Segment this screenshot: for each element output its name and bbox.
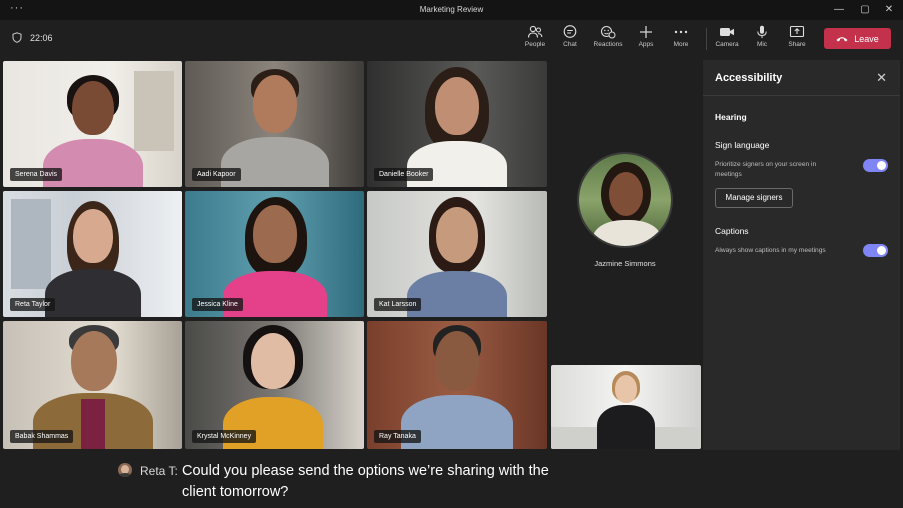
reactions-button[interactable]: Reactions bbox=[591, 25, 625, 55]
more-icon bbox=[674, 30, 688, 34]
mic-label: Mic bbox=[756, 41, 768, 48]
featured-participant-name: Jazmine Simmons bbox=[594, 259, 656, 268]
reactions-icon bbox=[600, 25, 616, 39]
participant-name: Kat Larsson bbox=[374, 298, 422, 311]
camera-button[interactable]: Camera bbox=[710, 25, 744, 55]
meeting-timer: 22:06 bbox=[12, 32, 53, 43]
captions-toggle[interactable] bbox=[863, 244, 888, 257]
manage-signers-button[interactable]: Manage signers bbox=[715, 188, 793, 208]
elapsed-time: 22:06 bbox=[30, 32, 53, 43]
sign-language-toggle[interactable] bbox=[863, 159, 888, 172]
captions-description: Always show captions in my meetings bbox=[715, 247, 826, 254]
people-label: People bbox=[524, 41, 546, 48]
chat-button[interactable]: Chat bbox=[553, 25, 587, 55]
video-tile[interactable]: Krystal McKinney bbox=[185, 321, 364, 449]
share-screen-icon bbox=[789, 25, 805, 38]
participant-name: Danielle Booker bbox=[374, 168, 434, 181]
camera-label: Camera bbox=[715, 41, 739, 48]
video-tile[interactable]: Babak Shammas bbox=[3, 321, 182, 449]
caption-speaker: Reta T: bbox=[140, 464, 178, 478]
participant-name: Ray Tanaka bbox=[374, 430, 421, 443]
sign-language-heading: Sign language bbox=[715, 140, 770, 150]
more-button[interactable]: More bbox=[664, 25, 698, 55]
video-tile[interactable]: Serena Davis bbox=[3, 61, 182, 187]
people-icon bbox=[527, 25, 543, 38]
toolbar-divider bbox=[706, 28, 707, 50]
panel-header: Accessibility ✕ bbox=[703, 60, 900, 96]
teams-meeting-window: ··· Marketing Review — ▢ ✕ 22:06 People … bbox=[0, 0, 903, 508]
signer-video-tile[interactable] bbox=[551, 365, 701, 449]
close-icon[interactable]: ✕ bbox=[876, 70, 887, 86]
people-button[interactable]: People bbox=[518, 25, 552, 55]
participant-name: Babak Shammas bbox=[10, 430, 74, 443]
close-window-icon[interactable]: ✕ bbox=[882, 3, 896, 17]
minimize-icon[interactable]: — bbox=[832, 3, 846, 17]
participant-name: Reta Taylor bbox=[10, 298, 56, 311]
window-title: Marketing Review bbox=[419, 5, 484, 14]
video-tile[interactable]: Kat Larsson bbox=[367, 191, 547, 317]
video-tile-active-speaker[interactable]: Reta Taylor bbox=[3, 191, 182, 317]
leave-button[interactable]: Leave bbox=[824, 28, 891, 49]
video-tile[interactable]: Ray Tanaka bbox=[367, 321, 547, 449]
apps-label: Apps bbox=[638, 41, 654, 48]
sign-language-description: Prioritize signers on your screen in mee… bbox=[715, 161, 817, 178]
video-tile[interactable]: Danielle Booker bbox=[367, 61, 547, 187]
panel-title: Accessibility bbox=[715, 72, 783, 84]
mic-button[interactable]: Mic bbox=[745, 25, 779, 55]
camera-icon bbox=[720, 28, 734, 36]
chat-label: Chat bbox=[563, 41, 577, 48]
accessibility-panel: Accessibility ✕ Hearing Sign language Pr… bbox=[703, 60, 900, 450]
captions-heading: Captions bbox=[715, 226, 749, 236]
participant-name: Jessica Kline bbox=[192, 298, 243, 311]
chat-icon bbox=[563, 25, 577, 38]
title-bar: ··· Marketing Review — ▢ ✕ bbox=[0, 0, 903, 20]
plus-icon bbox=[640, 26, 652, 38]
hearing-heading: Hearing bbox=[715, 112, 747, 122]
participant-name: Aadi Kapoor bbox=[192, 168, 241, 181]
shield-icon bbox=[12, 32, 22, 43]
meeting-toolbar: 22:06 People Chat Reactions Apps More Ca… bbox=[0, 20, 903, 58]
share-label: Share bbox=[788, 41, 806, 48]
more-label: More bbox=[673, 41, 689, 48]
microphone-icon bbox=[757, 25, 767, 38]
share-button[interactable]: Share bbox=[780, 25, 814, 55]
leave-label: Leave bbox=[854, 33, 879, 44]
participant-name: Krystal McKinney bbox=[192, 430, 257, 443]
video-tile[interactable]: Aadi Kapoor bbox=[185, 61, 364, 187]
maximize-icon[interactable]: ▢ bbox=[858, 3, 872, 17]
apps-button[interactable]: Apps bbox=[629, 25, 663, 55]
participant-name: Serena Davis bbox=[10, 168, 63, 181]
caption-text: Could you please send the options we’re … bbox=[182, 463, 549, 500]
video-tile[interactable]: Jessica Kline bbox=[185, 191, 364, 317]
speaker-avatar bbox=[118, 463, 132, 477]
reactions-label: Reactions bbox=[593, 41, 623, 48]
featured-participant-avatar[interactable] bbox=[577, 152, 673, 248]
hang-up-icon bbox=[836, 36, 848, 41]
